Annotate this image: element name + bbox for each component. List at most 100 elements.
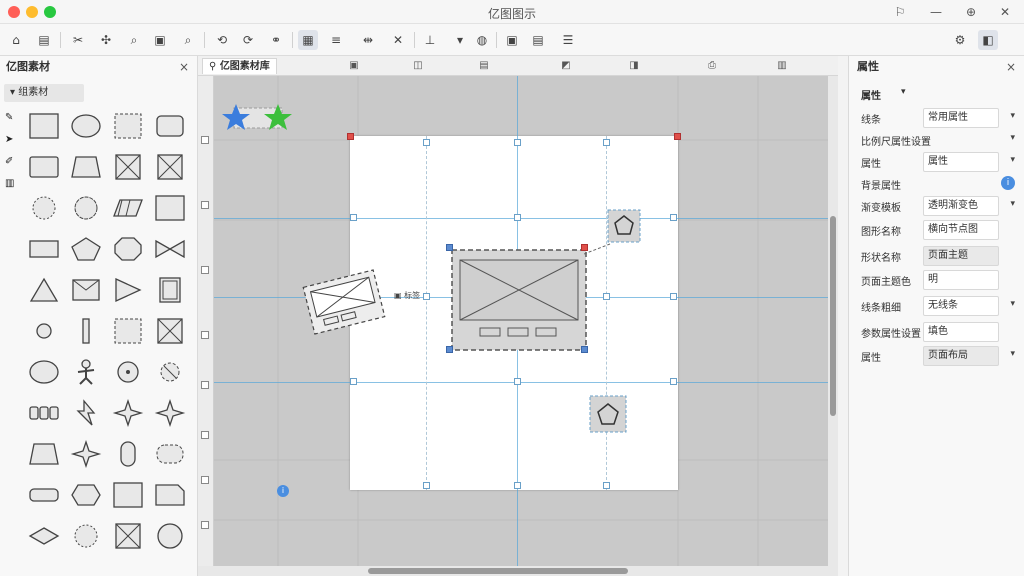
horizontal-scroll-thumb[interactable] [368,568,628,574]
grid-handle[interactable] [514,214,521,221]
search-icon[interactable]: ⌕ [124,30,144,50]
library-shape[interactable] [112,481,144,509]
layout-icon[interactable]: ▤ [528,30,548,50]
grid-handle[interactable] [514,139,521,146]
canvas-more-icon[interactable]: ▥ [774,58,790,74]
settings-icon[interactable]: ⚙ [950,30,970,50]
guide-line-horizontal[interactable] [214,218,838,219]
canvas-fill-icon[interactable]: ▤ [476,58,492,74]
canvas-format-icon[interactable]: ▣ [346,58,362,74]
library-icon[interactable]: ▥ [5,178,17,190]
library-shape[interactable] [112,317,144,345]
grid-handle[interactable] [603,482,610,489]
library-shape[interactable] [154,522,186,550]
theme-icon[interactable]: ◍ [472,30,492,50]
vertical-scroll-thumb[interactable] [830,216,836,416]
page-icon[interactable]: ▦ [298,30,318,50]
property-value-field[interactable]: 无线条 [923,296,999,316]
property-row[interactable]: 图形名称 横向节点图 [861,220,1017,240]
canvas-style-icon[interactable]: ◫ [410,58,426,74]
small-shape-bottom[interactable] [588,394,628,434]
library-shape[interactable] [112,440,144,468]
library-shape[interactable] [154,112,186,140]
info-icon[interactable]: i [1001,176,1015,190]
library-category-select[interactable]: ▾ 组素材 [4,84,84,102]
property-row[interactable]: 线条 常用属性 ▾ [861,108,1017,128]
library-shape[interactable] [154,358,186,386]
export-icon[interactable]: ▣ [150,30,170,50]
horizontal-scrollbar[interactable] [198,566,838,576]
chevron-down-icon[interactable]: ▾ [1010,111,1015,121]
grid-handle[interactable] [350,214,357,221]
library-shape[interactable] [28,235,60,263]
library-shape[interactable] [28,153,60,181]
property-row[interactable]: 比例尺属性设置 ▾ [861,130,1017,150]
library-shape[interactable] [28,358,60,386]
more-icon[interactable]: ▾ [450,30,470,50]
library-shape[interactable] [154,481,186,509]
property-value-field[interactable]: 填色 [923,322,999,342]
grid-handle[interactable] [350,378,357,385]
canvas-shadow-icon[interactable]: ◨ [626,58,642,74]
property-value-field[interactable]: 页面主题 [923,246,999,266]
rotate-icon[interactable]: ⊥ [420,30,440,50]
globe-icon[interactable]: ⊕ [962,3,980,21]
properties-close-button[interactable]: × [1006,56,1016,78]
library-shape[interactable] [112,153,144,181]
page-corner-handle[interactable] [347,133,354,140]
connect-icon[interactable]: ⚭ [266,30,286,50]
grid-handle[interactable] [514,482,521,489]
library-shape[interactable] [112,276,144,304]
property-row[interactable]: 属性 属性 ▾ [861,152,1017,172]
library-shape[interactable] [70,522,102,550]
align-icon[interactable]: ≡ [326,30,346,50]
library-shape[interactable] [70,440,102,468]
info-badge[interactable]: i [277,485,289,497]
library-shape[interactable] [28,399,60,427]
property-row[interactable]: 渐变模板 透明渐变色 ▾ [861,196,1017,216]
panel-toggle-icon[interactable]: ◧ [978,30,998,50]
zoom-icon[interactable]: ⌕ [178,30,198,50]
brush-icon[interactable]: ✐ [5,156,17,168]
vertical-scrollbar[interactable] [828,76,838,566]
connector-line[interactable] [584,242,612,256]
distribute-icon[interactable]: ⇹ [358,30,378,50]
grid-handle[interactable] [423,482,430,489]
undo-icon[interactable]: ⟲ [212,30,232,50]
library-shape[interactable] [154,440,186,468]
chevron-down-icon[interactable]: ▾ [1010,299,1015,309]
library-shape[interactable] [70,481,102,509]
grid-handle[interactable] [670,378,677,385]
library-shape[interactable] [112,194,144,222]
library-shape[interactable] [28,112,60,140]
pen-icon[interactable]: ✎ [5,112,17,124]
property-row[interactable]: 参数属性设置 填色 [861,322,1017,342]
library-shape[interactable] [70,194,102,222]
paste-icon[interactable]: ✣ [96,30,116,50]
chevron-down-icon[interactable]: ▾ [1010,349,1015,359]
rotated-image-shape[interactable] [298,266,390,338]
library-shape[interactable] [154,276,186,304]
library-shape[interactable] [154,317,186,345]
property-value-field[interactable]: 常用属性 [923,108,999,128]
image-placeholder-shape[interactable] [450,248,588,352]
selection-handle[interactable] [446,346,453,353]
guide-line-horizontal[interactable] [214,382,838,383]
grid-handle[interactable] [603,139,610,146]
library-shape[interactable] [28,440,60,468]
library-shape[interactable] [70,153,102,181]
list-icon[interactable]: ☰ [558,30,578,50]
canvas-lock-icon[interactable]: ⎙ [704,58,720,74]
small-shape-top[interactable] [606,208,642,244]
library-shape[interactable] [28,522,60,550]
chevron-down-icon[interactable]: ▾ [1010,133,1015,143]
grid-handle[interactable] [423,139,430,146]
cut-icon[interactable]: ✂ [68,30,88,50]
grid-handle[interactable] [670,293,677,300]
property-value-field[interactable]: 明 [923,270,999,290]
property-value-field[interactable]: 属性 [923,152,999,172]
property-value-field[interactable]: 透明渐变色 [923,196,999,216]
library-shape[interactable] [154,194,186,222]
redo-icon[interactable]: ⟳ [238,30,258,50]
selection-handle[interactable] [446,244,453,251]
